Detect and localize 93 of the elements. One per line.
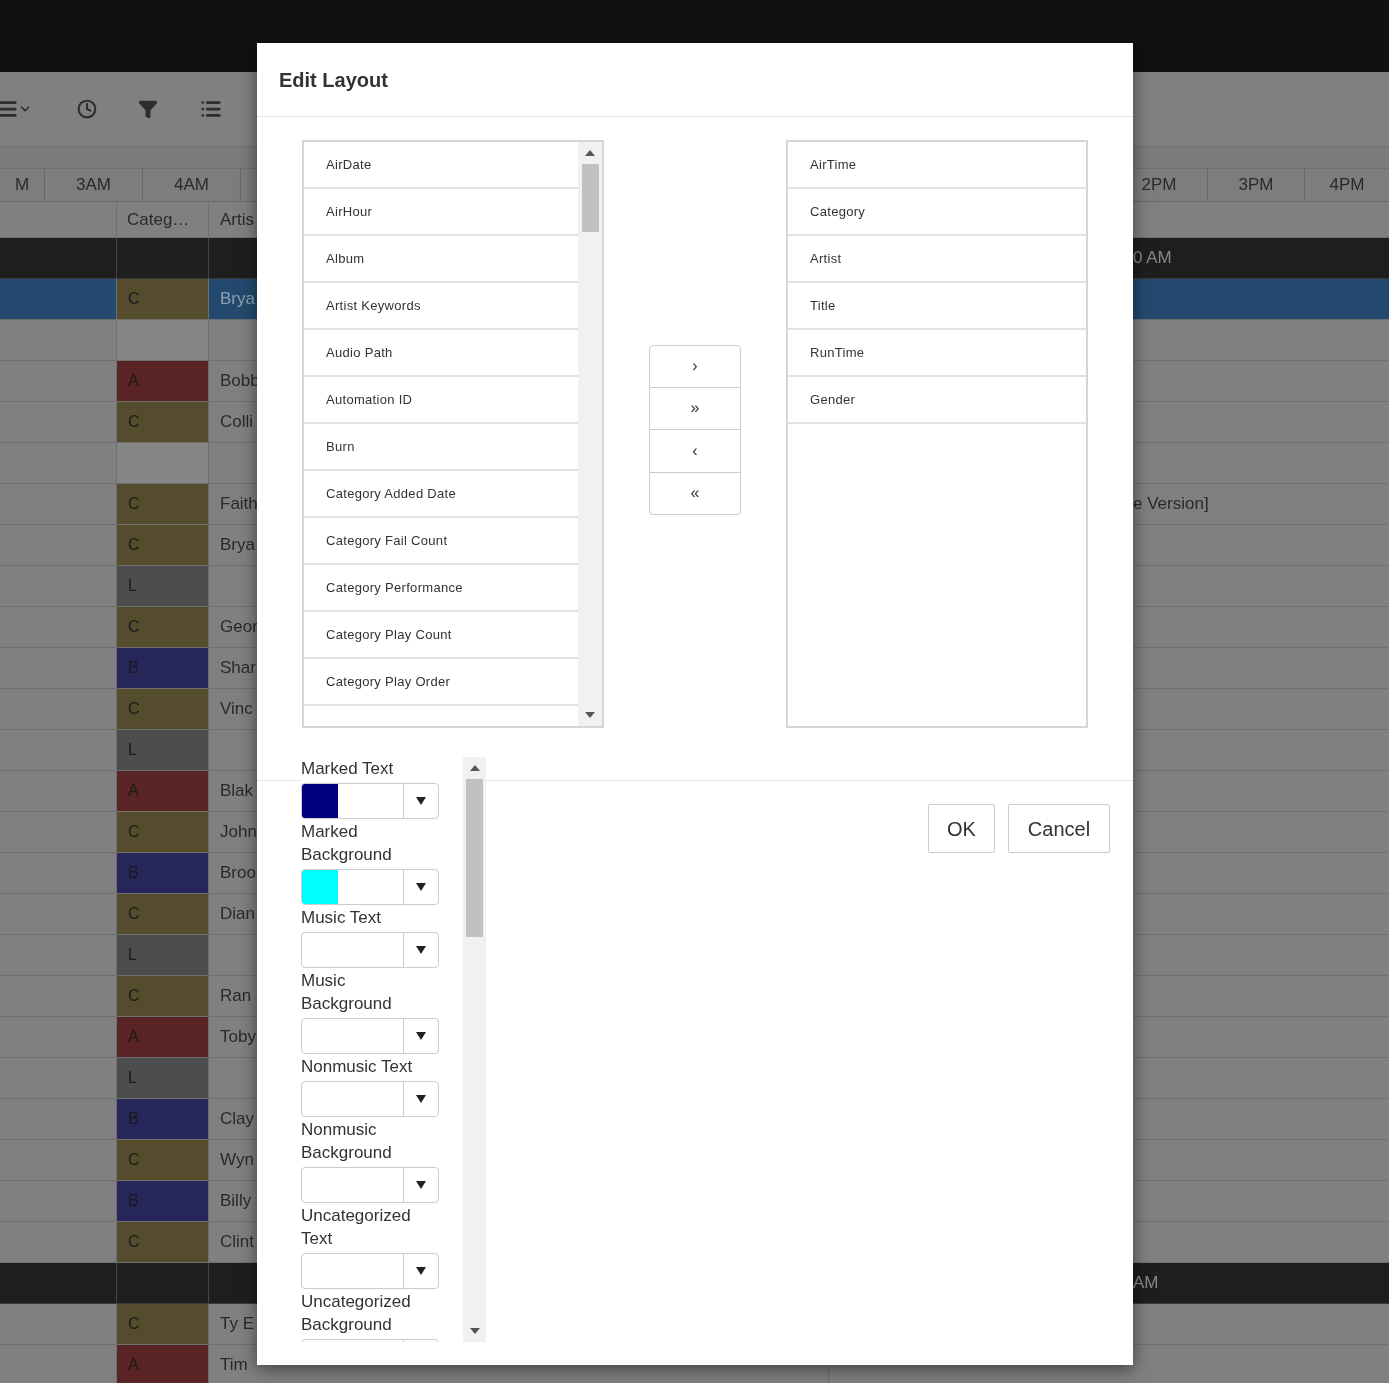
list-item[interactable]: Gender <box>788 377 1086 424</box>
category-cell: B <box>117 648 209 688</box>
move-button[interactable]: ‹ <box>649 430 741 473</box>
table-cell-text: Clint <box>220 1231 254 1254</box>
table-cell-text: Blak <box>220 780 254 803</box>
cancel-button[interactable]: Cancel <box>1008 804 1110 853</box>
table-cell-text: AM <box>1133 1272 1159 1295</box>
category-cell: C <box>117 402 209 442</box>
color-dropdown[interactable] <box>301 932 439 968</box>
color-dropdown[interactable] <box>301 1167 439 1203</box>
category-cell: B <box>117 1181 209 1221</box>
color-dropdown[interactable] <box>301 1081 439 1117</box>
dropdown-arrow-icon <box>416 1032 426 1040</box>
hour-header[interactable]: 3AM <box>45 169 143 201</box>
category-cell: C <box>117 1222 209 1262</box>
dropdown-arrow-icon <box>416 1267 426 1275</box>
color-label: Uncategorized Background <box>301 1291 412 1336</box>
scrollbar-thumb[interactable] <box>466 779 483 937</box>
category-cell: C <box>117 1304 209 1344</box>
color-label: Marked Text <box>301 758 395 780</box>
table-cell-text: e Version] <box>1133 493 1209 516</box>
list-item[interactable]: Artist <box>788 236 1086 283</box>
table-cell-text: Clay <box>220 1108 254 1131</box>
filter-icon[interactable] <box>138 99 158 119</box>
table-cell-text: Wyn <box>220 1149 254 1172</box>
table-cell-text: Brya <box>220 534 255 557</box>
move-button[interactable]: » <box>649 387 741 430</box>
category-cell: C <box>117 525 209 565</box>
table-cell-text: Broo <box>220 862 256 885</box>
category-cell: A <box>117 771 209 811</box>
table-cell-text: Dian <box>220 903 255 926</box>
dropdown-arrow-icon <box>416 946 426 954</box>
scroll-up-icon[interactable] <box>585 150 595 156</box>
scrollbar[interactable] <box>463 757 486 1342</box>
list-icon[interactable] <box>200 98 222 120</box>
list-item[interactable]: Category <box>788 189 1086 236</box>
color-dropdown[interactable] <box>301 1253 439 1289</box>
category-cell: C <box>117 894 209 934</box>
category-cell: C <box>117 976 209 1016</box>
table-cell-text: John <box>220 821 257 844</box>
color-label: Uncategorized Text <box>301 1205 412 1250</box>
dropdown-arrow-icon <box>416 797 426 805</box>
color-dropdown[interactable] <box>301 869 439 905</box>
column-header[interactable]: Categ… <box>117 202 209 237</box>
dropdown-arrow-icon <box>416 1181 426 1189</box>
category-cell: A <box>117 1345 209 1383</box>
category-cell: C <box>117 689 209 729</box>
clock-icon[interactable] <box>77 99 97 119</box>
column-header[interactable]: Artis <box>209 202 254 237</box>
category-cell: A <box>117 1017 209 1057</box>
color-label: Nonmusic Text <box>301 1056 414 1078</box>
hour-header[interactable]: 4AM <box>143 169 241 201</box>
hour-header[interactable]: M <box>0 169 45 201</box>
scroll-down-icon[interactable] <box>469 1328 480 1334</box>
list-item[interactable]: RunTime <box>788 330 1086 377</box>
table-cell-text: 0 AM <box>1133 247 1172 270</box>
dropdown-arrow-icon <box>416 1095 426 1103</box>
category-cell: A <box>117 361 209 401</box>
category-cell: B <box>117 853 209 893</box>
table-cell-text: Toby <box>220 1026 256 1049</box>
color-dropdown[interactable] <box>301 783 439 819</box>
scrollbar[interactable] <box>578 142 602 726</box>
category-cell: C <box>117 1140 209 1180</box>
table-cell-text: Ty E <box>220 1313 254 1336</box>
scroll-down-icon[interactable] <box>585 712 595 718</box>
table-cell-text: Colli <box>220 411 254 434</box>
color-label: Music Text <box>301 907 382 929</box>
table-cell-text: Shar <box>220 657 256 680</box>
category-cell: B <box>117 1099 209 1139</box>
table-cell-text: Tim <box>220 1354 248 1377</box>
list-item[interactable]: Title <box>788 283 1086 330</box>
table-cell-text: Geor <box>220 616 258 639</box>
table-cell-text: Billy <box>220 1190 252 1213</box>
dropdown-arrow-icon <box>416 883 426 891</box>
move-button[interactable]: › <box>649 345 741 388</box>
color-label: Marked Background <box>301 821 393 866</box>
color-label: Nonmusic Background <box>301 1119 393 1164</box>
category-cell: C <box>117 812 209 852</box>
dialog-title: Edit Layout <box>279 67 388 93</box>
list-icon <box>0 98 18 120</box>
move-button[interactable]: « <box>649 472 741 515</box>
table-cell-text: Brya <box>220 288 255 311</box>
color-dropdown[interactable] <box>301 1018 439 1054</box>
scrollbar-thumb[interactable] <box>581 164 599 232</box>
category-cell: C <box>117 279 209 319</box>
category-cell: C <box>117 484 209 524</box>
table-cell-text: Vinc <box>220 698 253 721</box>
color-label: Music Background <box>301 970 393 1015</box>
table-cell-text: Ran <box>220 985 252 1008</box>
category-cell: C <box>117 607 209 647</box>
table-cell-text: Faith <box>220 493 258 516</box>
list-item[interactable]: AirTime <box>788 142 1086 189</box>
ok-button[interactable]: OK <box>928 804 995 853</box>
